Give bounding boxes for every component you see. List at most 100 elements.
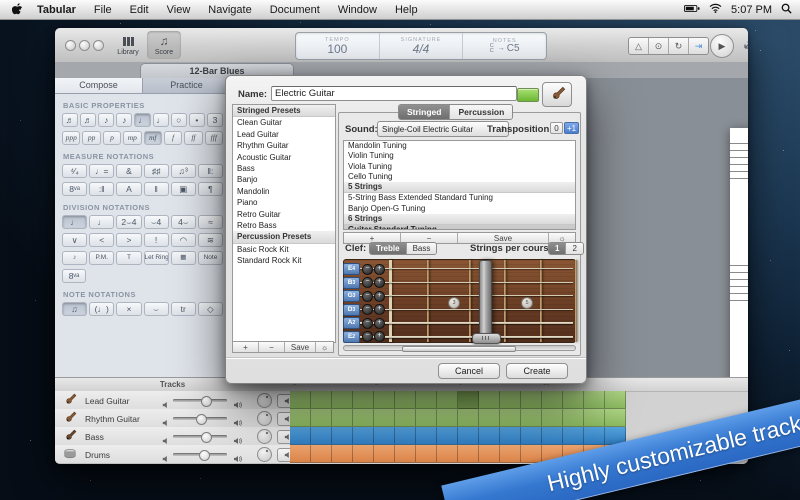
string-label-E4[interactable]: E4 (343, 263, 360, 275)
grid-cell[interactable] (395, 427, 416, 445)
string-2-plus-button[interactable]: + (374, 291, 385, 302)
play-button[interactable]: ▶ (710, 34, 734, 58)
list-item[interactable]: Standard Rock Kit (233, 255, 335, 266)
grid-cell[interactable] (500, 445, 521, 463)
string-4-minus-button[interactable]: − (362, 318, 373, 329)
grid-cell[interactable] (542, 391, 563, 409)
repeat-close-button[interactable]: :‖ (89, 182, 114, 196)
grid-cell[interactable] (521, 427, 542, 445)
dead-note-button[interactable]: × (116, 302, 141, 316)
grid-cell[interactable] (584, 391, 605, 409)
grid-cell[interactable] (332, 445, 353, 463)
transposition-step[interactable]: +1 (564, 122, 579, 134)
string-A2[interactable] (358, 322, 573, 324)
remove-button[interactable]: − (259, 342, 285, 352)
triplet-button[interactable]: 3 (207, 113, 223, 127)
note-8th-alt-button[interactable]: ♪ (116, 113, 132, 127)
menu-help[interactable]: Help (395, 4, 418, 16)
volume-slider[interactable] (173, 435, 227, 438)
dynamic-ppp-button[interactable]: ppp (62, 131, 80, 145)
list-item[interactable]: Piano (233, 197, 335, 208)
list-item[interactable]: Lead Guitar (233, 129, 335, 140)
pan-knob[interactable] (257, 447, 272, 462)
grid-cell[interactable] (437, 445, 458, 463)
menu-document[interactable]: Document (270, 4, 320, 16)
triplet-feel-button[interactable]: ♫³ (171, 164, 196, 178)
grid-cell[interactable] (584, 427, 605, 445)
grid-cell[interactable] (374, 427, 395, 445)
tab-percussion[interactable]: Percussion (450, 105, 512, 119)
playhead-button[interactable]: ⇥ (689, 38, 708, 54)
action-menu-button[interactable]: ☼ (316, 342, 333, 352)
grid-cell[interactable] (437, 409, 458, 427)
wifi-icon[interactable] (709, 3, 722, 16)
barline-button[interactable]: ‖ (144, 182, 169, 196)
note-32nd-button[interactable]: ♬ (62, 113, 78, 127)
loop-button[interactable]: ↻ (669, 38, 689, 54)
string-label-A2[interactable]: A2 (343, 317, 360, 329)
string-1-minus-button[interactable]: − (362, 277, 373, 288)
capo-handle[interactable] (472, 333, 501, 344)
fermata-button[interactable]: ◠ (171, 233, 196, 247)
string-label-G3[interactable]: G3 (343, 290, 360, 302)
grid-cell[interactable] (416, 391, 437, 409)
ghost-note-button[interactable]: (♩) (89, 302, 114, 316)
library-button[interactable]: Library (111, 31, 145, 59)
grid-cell[interactable] (521, 445, 542, 463)
grid-cell[interactable] (584, 409, 605, 427)
lock-button[interactable]: ▣ (171, 182, 196, 196)
track-color-swatch[interactable] (517, 88, 539, 102)
save-button[interactable]: Save (285, 342, 316, 352)
string-E4[interactable] (358, 268, 573, 269)
volume-thumb[interactable] (196, 414, 207, 425)
clef-option-bass[interactable]: Bass (407, 243, 437, 254)
string-0-plus-button[interactable]: + (374, 264, 385, 275)
rehearsal-mark-button[interactable]: A (116, 182, 141, 196)
time-signature-button[interactable]: ⁴⁄₄ (62, 164, 87, 178)
note-half-button[interactable]: ♩ (153, 113, 169, 127)
string-5-plus-button[interactable]: + (374, 331, 385, 342)
grid-cell[interactable] (458, 427, 479, 445)
track-row-drums[interactable]: Drums (55, 445, 290, 464)
grid-cell[interactable] (500, 427, 521, 445)
grid-cell[interactable] (332, 427, 353, 445)
menu-navigate[interactable]: Navigate (208, 4, 251, 16)
track-row-bass[interactable]: Bass (55, 427, 290, 446)
grid-cell[interactable] (290, 445, 311, 463)
grid-cell[interactable] (290, 427, 311, 445)
tab-stringed[interactable]: Stringed (399, 105, 450, 119)
arpeggio-button[interactable]: ≈ (198, 215, 223, 229)
tie-out-button[interactable]: 4⌣ (171, 215, 196, 229)
instrument-icon-button[interactable] (542, 82, 572, 107)
practice-clock-button[interactable]: ⊙ (649, 38, 669, 54)
tie-into-button[interactable]: ⌣4 (144, 215, 169, 229)
close-button[interactable] (65, 40, 76, 51)
grid-cell[interactable] (353, 391, 374, 409)
minimize-button[interactable] (79, 40, 90, 51)
grid-cell[interactable] (563, 391, 584, 409)
string-3-minus-button[interactable]: − (362, 304, 373, 315)
string-3-plus-button[interactable]: + (374, 304, 385, 315)
let-ring-button[interactable]: Let Ring (144, 251, 169, 265)
crescendo-button[interactable]: < (89, 233, 114, 247)
scrollbar-thumb[interactable] (402, 346, 516, 352)
string-B3[interactable] (358, 282, 573, 283)
dynamic-f-button[interactable]: f (164, 131, 182, 145)
grid-cell[interactable] (311, 391, 332, 409)
string-E2[interactable] (358, 336, 573, 338)
list-item[interactable]: Clean Guitar (233, 117, 335, 128)
repeat-open-button[interactable]: ‖: (198, 164, 223, 178)
grid-cell[interactable] (311, 427, 332, 445)
harmonic-button[interactable]: ◇ (198, 302, 223, 316)
grid-cell[interactable] (542, 427, 563, 445)
string-label-D3[interactable]: D3 (343, 304, 360, 316)
grid-cell[interactable] (332, 409, 353, 427)
trill-button[interactable]: tr (171, 302, 196, 316)
dynamic-pp-button[interactable]: pp (82, 131, 100, 145)
dynamic-mf-button[interactable]: mf (144, 131, 162, 145)
list-item[interactable]: Bass (233, 163, 335, 174)
volume-slider[interactable] (173, 453, 227, 456)
tremolo-button[interactable]: ≋ (198, 233, 223, 247)
list-item[interactable]: Cello Tuning (344, 172, 575, 182)
volume-thumb[interactable] (201, 432, 212, 443)
